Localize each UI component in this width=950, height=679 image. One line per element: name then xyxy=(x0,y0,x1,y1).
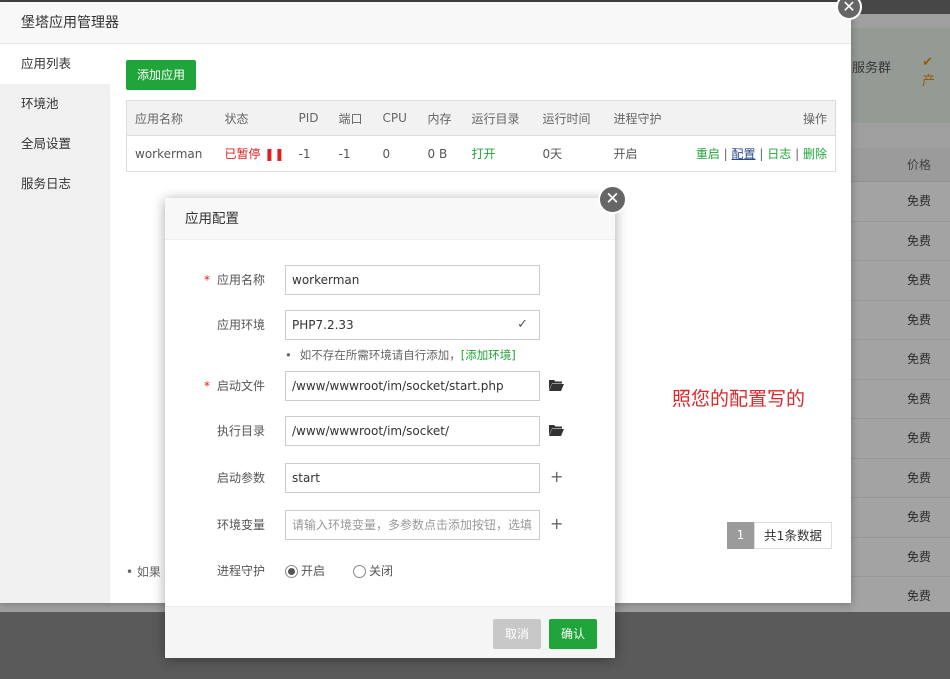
config-link[interactable]: 配置 xyxy=(732,147,756,161)
col-actions: 操作 xyxy=(685,100,836,136)
footer-note-text: 如果 xyxy=(136,565,161,579)
actions-cell: 重启 | 配置 | 日志 | 删除 xyxy=(686,136,836,172)
exec-dir-label: 执行目录 xyxy=(216,424,265,438)
col-pid: PID xyxy=(290,100,331,136)
guard-option-off[interactable]: 关闭 xyxy=(353,556,393,586)
guard-cell: 开启 xyxy=(613,147,638,161)
row-exec-dir: 执行目录 /www/wwwroot/im/socket/ xyxy=(165,416,615,446)
col-cpu: CPU xyxy=(374,100,420,136)
start-file-input[interactable]: /www/wwwroot/im/socket/start.php xyxy=(285,371,540,401)
table-row: workerman 已暂停 ❚❚ -1 -1 0 0 B 打开 0天 开启 重启… xyxy=(127,136,836,172)
dialog-close-icon[interactable]: ✕ xyxy=(598,185,627,214)
pagination: 1 共1条数据 xyxy=(727,522,832,550)
status-badge: 已暂停 xyxy=(224,147,261,161)
manager-sidebar: 应用列表 环境池 全局设置 服务日志 xyxy=(0,44,110,603)
col-dir: 运行目录 xyxy=(463,100,535,136)
row-guard: 进程守护 开启 关闭 xyxy=(165,556,615,586)
col-memory: 内存 xyxy=(419,100,464,136)
app-env-value: PHP7.2.33 xyxy=(292,318,354,332)
action-separator: | xyxy=(723,147,728,161)
add-env-var-plus-icon[interactable]: + xyxy=(550,512,563,536)
pid-cell: -1 xyxy=(298,146,311,161)
env-hint-text: 如不存在所需环境请自行添加， xyxy=(299,348,461,362)
env-vars-label: 环境变量 xyxy=(216,518,265,532)
log-link[interactable]: 日志 xyxy=(767,147,791,161)
hint-bullet: • xyxy=(285,348,292,362)
action-separator: | xyxy=(759,147,764,161)
page-number[interactable]: 1 xyxy=(727,522,754,549)
required-mark: * xyxy=(203,379,210,393)
row-start-file: * 启动文件 /www/wwwroot/im/socket/start.php xyxy=(165,371,615,401)
app-name-input[interactable]: workerman xyxy=(285,265,540,295)
chevron-down-icon: ✓ xyxy=(517,317,528,332)
guard-option-on[interactable]: 开启 xyxy=(285,556,325,586)
pause-icon[interactable]: ❚❚ xyxy=(264,147,284,161)
env-hint: • 如不存在所需环境请自行添加，[添加环境] xyxy=(285,347,516,363)
app-env-select[interactable]: PHP7.2.33 ✓ xyxy=(285,310,540,340)
app-env-label: 应用环境 xyxy=(216,318,265,332)
page-total: 共1条数据 xyxy=(754,522,832,549)
add-arg-plus-icon[interactable]: + xyxy=(550,465,563,489)
dir-cell: 打开 xyxy=(464,136,535,172)
folder-open-icon[interactable] xyxy=(548,422,564,438)
delete-link[interactable]: 删除 xyxy=(803,147,827,161)
guard-radio-group: 开启 关闭 xyxy=(285,556,421,586)
cancel-button[interactable]: 取消 xyxy=(493,619,541,649)
cpu-cell: 0 xyxy=(382,146,391,161)
radio-checked-icon[interactable] xyxy=(285,564,298,578)
sidebar-item-global-settings[interactable]: 全局设置 xyxy=(0,124,110,164)
sidebar-item-env-pool[interactable]: 环境池 xyxy=(0,84,110,124)
open-dir-link[interactable]: 打开 xyxy=(472,147,496,161)
row-app-env: 应用环境 PHP7.2.33 ✓ xyxy=(165,310,615,340)
runtime-cell: 0天 xyxy=(542,147,563,161)
add-env-link[interactable]: [添加环境] xyxy=(461,348,516,362)
col-runtime: 运行时间 xyxy=(534,100,606,136)
app-config-dialog: 应用配置 ✕ * 应用名称 workerman 应用环境 PHP7.2.33 ✓ … xyxy=(165,185,627,658)
required-mark: * xyxy=(203,273,210,287)
app-table: 应用名称 状态 PID 端口 CPU 内存 运行目录 运行时间 进程守护 操作 … xyxy=(126,100,836,172)
row-app-name: * 应用名称 workerman xyxy=(165,265,615,295)
app-name-label: * 应用名称 xyxy=(203,273,265,287)
start-args-label: 启动参数 xyxy=(216,471,265,485)
sidebar-item-app-list[interactable]: 应用列表 xyxy=(0,44,110,84)
start-args-input[interactable]: start xyxy=(285,463,540,493)
dialog-footer: 取消 确认 xyxy=(165,606,615,658)
col-guard: 进程守护 xyxy=(605,100,686,136)
port-cell: -1 xyxy=(338,146,351,161)
memory-cell: 0 B xyxy=(427,146,448,161)
confirm-button[interactable]: 确认 xyxy=(549,619,597,649)
app-name-cell: workerman xyxy=(135,146,203,161)
row-start-args: 启动参数 start + xyxy=(165,463,615,493)
manager-title: 堡塔应用管理器 xyxy=(0,2,851,44)
row-env-vars: 环境变量 请输入环境变量，多参数点击添加按钮，选填 + xyxy=(165,510,615,540)
restart-link[interactable]: 重启 xyxy=(696,147,720,161)
env-vars-input[interactable]: 请输入环境变量，多参数点击添加按钮，选填 xyxy=(285,510,540,540)
status-cell: 已暂停 ❚❚ xyxy=(217,136,291,172)
action-separator: | xyxy=(795,147,800,161)
exec-dir-input[interactable]: /www/wwwroot/im/socket/ xyxy=(285,416,540,446)
annotation-text: 照您的配置写的 xyxy=(672,388,806,410)
col-status: 状态 xyxy=(216,100,291,136)
col-port: 端口 xyxy=(330,100,375,136)
radio-unchecked-icon[interactable] xyxy=(353,564,367,578)
sidebar-item-service-log[interactable]: 服务日志 xyxy=(0,164,110,204)
dialog-title: 应用配置 xyxy=(165,198,615,240)
table-header-row: 应用名称 状态 PID 端口 CPU 内存 运行目录 运行时间 进程守护 操作 xyxy=(126,100,836,136)
add-app-button[interactable]: 添加应用 xyxy=(126,60,196,90)
start-file-label: * 启动文件 xyxy=(203,379,265,393)
footer-note: • 如果 xyxy=(126,565,161,579)
guard-label: 进程守护 xyxy=(216,564,265,578)
col-name: 应用名称 xyxy=(126,100,217,136)
folder-open-icon[interactable] xyxy=(548,377,564,393)
